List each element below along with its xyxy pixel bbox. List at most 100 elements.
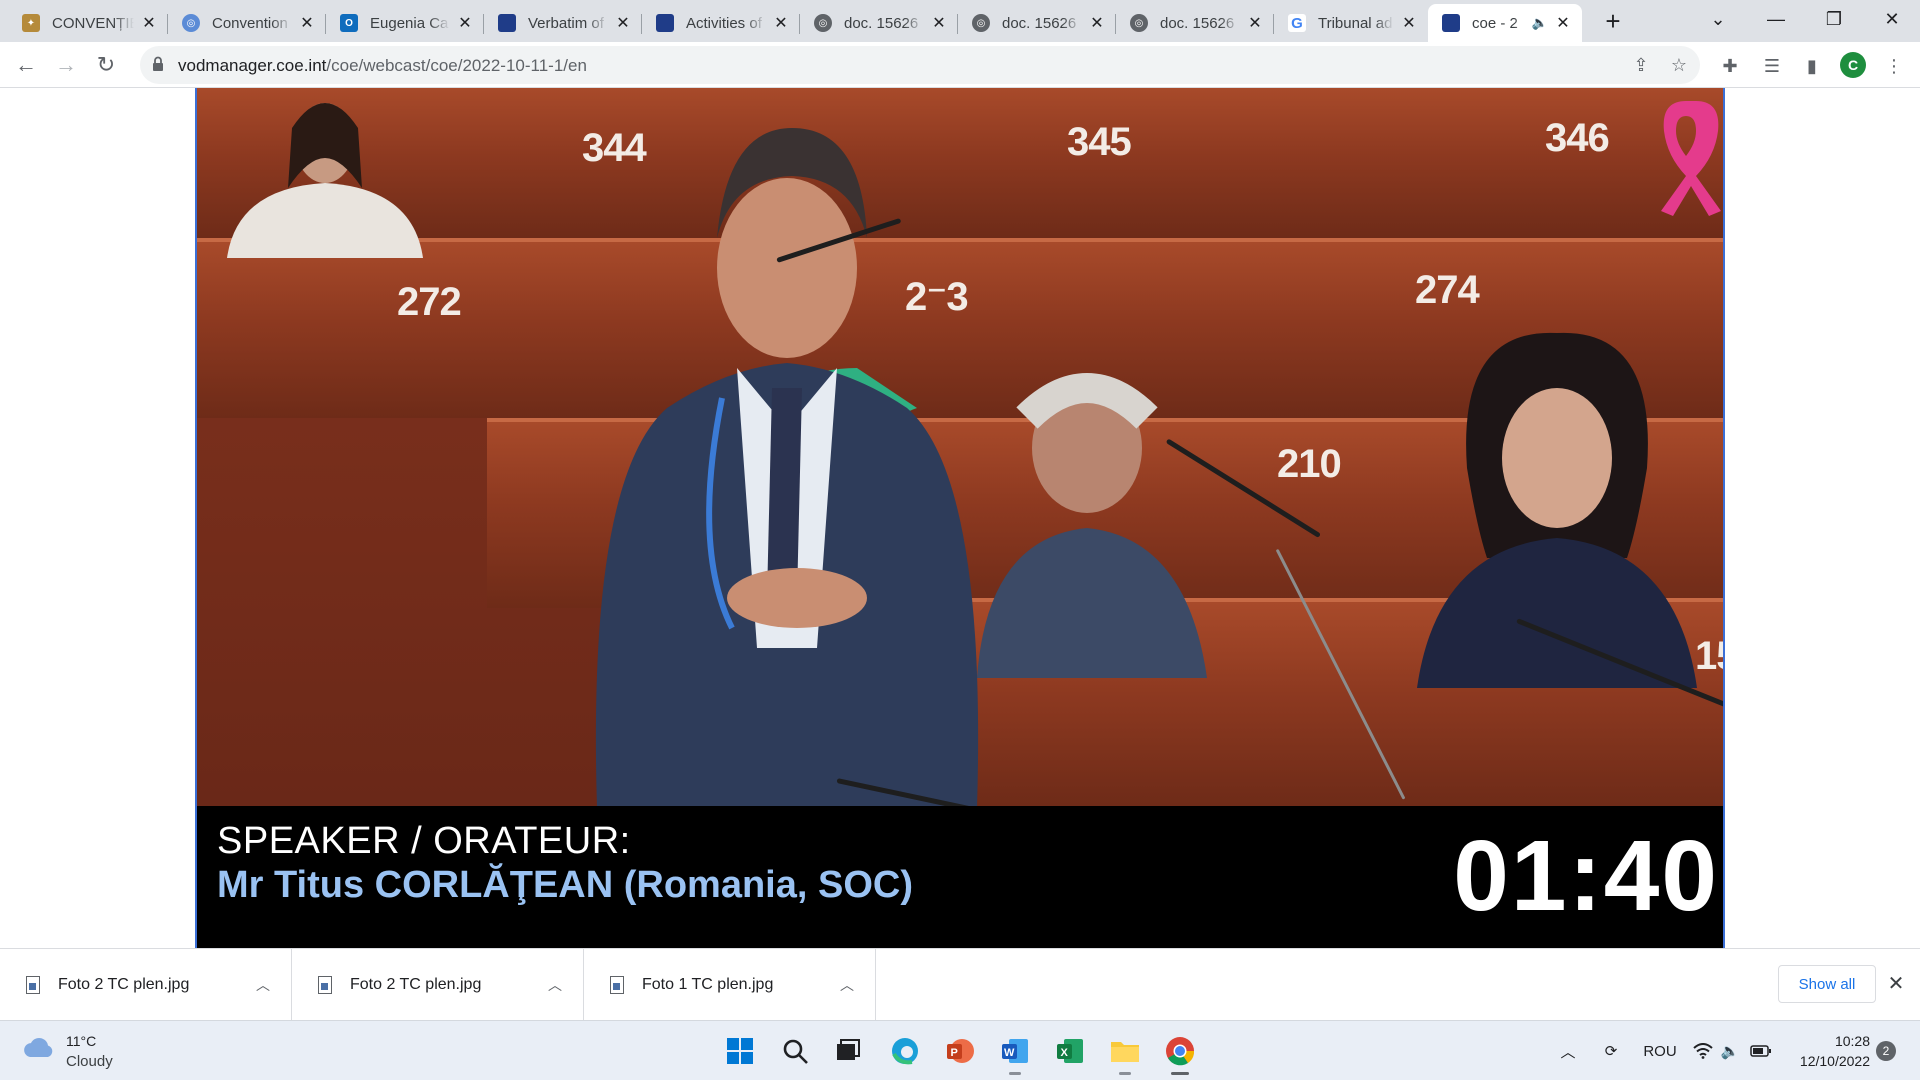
tab-title: doc. 15626 bbox=[1160, 14, 1235, 32]
google-icon: G bbox=[1288, 14, 1306, 32]
tab-8[interactable]: G Tribunal ad ✕ bbox=[1274, 4, 1428, 42]
close-icon[interactable]: ✕ bbox=[140, 14, 158, 32]
show-all-button[interactable]: Show all bbox=[1778, 965, 1876, 1003]
notification-badge[interactable]: 2 bbox=[1876, 1041, 1896, 1061]
system-clock[interactable]: 10:28 12/10/2022 bbox=[1790, 1031, 1870, 1071]
tab-2[interactable]: O Eugenia Ca ✕ bbox=[326, 4, 484, 42]
tab-7[interactable]: ◎ doc. 15626 ✕ bbox=[1116, 4, 1274, 42]
weather-temperature[interactable]: 11°C bbox=[66, 1033, 96, 1049]
tab-title: doc. 15626 bbox=[844, 14, 919, 32]
tab-3[interactable]: Verbatim of ✕ bbox=[484, 4, 642, 42]
forward-icon[interactable]: → bbox=[50, 49, 82, 81]
seat-number: 272 bbox=[397, 280, 462, 324]
close-icon[interactable]: ✕ bbox=[456, 14, 474, 32]
search-icon[interactable] bbox=[775, 1031, 815, 1071]
close-icon[interactable]: ✕ bbox=[772, 14, 790, 32]
clock-time: 10:28 bbox=[1834, 1033, 1870, 1049]
sync-icon[interactable]: ⟳ bbox=[1598, 1039, 1624, 1063]
address-bar[interactable]: vodmanager.coe.int/coe/webcast/coe/2022-… bbox=[140, 46, 1700, 84]
battery-icon[interactable] bbox=[1748, 1039, 1774, 1063]
chevron-up-icon[interactable]: ︿ bbox=[833, 975, 861, 995]
coe-icon bbox=[656, 14, 674, 32]
restore-button[interactable]: ❐ bbox=[1806, 0, 1862, 38]
tab-0[interactable]: ✦ CONVENȚIE ✕ bbox=[8, 4, 168, 42]
pink-ribbon-icon bbox=[1661, 101, 1721, 216]
tab-1[interactable]: ◎ Convention ✕ bbox=[168, 4, 326, 42]
close-icon[interactable]: ✕ bbox=[1884, 971, 1908, 995]
extensions-puzzle-icon[interactable]: ✚ bbox=[1718, 54, 1742, 78]
caption-bar: SPEAKER / ORATEUR: Mr Titus CORLĂŢEAN (R… bbox=[197, 806, 1723, 948]
bookmark-star-icon[interactable]: ☆ bbox=[1668, 54, 1690, 76]
download-item[interactable]: Foto 1 TC plen.jpg ︿ bbox=[584, 949, 876, 1021]
close-window-button[interactable]: ✕ bbox=[1864, 0, 1920, 38]
coe-icon bbox=[1442, 14, 1460, 32]
tab-title: coe - 2 bbox=[1472, 14, 1518, 32]
wifi-icon[interactable] bbox=[1692, 1039, 1714, 1063]
back-icon[interactable]: ← bbox=[10, 49, 42, 81]
media-controls-icon[interactable]: ☰ bbox=[1760, 54, 1784, 78]
minimize-button[interactable]: — bbox=[1748, 0, 1804, 38]
tab-title: CONVENȚIE bbox=[52, 14, 134, 32]
cloud-icon[interactable] bbox=[22, 1035, 56, 1059]
new-tab-button[interactable]: + bbox=[1598, 6, 1628, 36]
chrome-icon[interactable] bbox=[1160, 1031, 1200, 1075]
close-icon[interactable]: ✕ bbox=[298, 14, 316, 32]
tab-strip: ✦ CONVENȚIE ✕ ◎ Convention ✕ O Eugenia C… bbox=[0, 0, 1920, 42]
excel-icon[interactable]: X bbox=[1050, 1031, 1090, 1071]
running-indicator bbox=[1009, 1072, 1021, 1075]
globe-gray-icon: ◎ bbox=[972, 14, 990, 32]
download-item[interactable]: Foto 2 TC plen.jpg ︿ bbox=[292, 949, 584, 1021]
tab-6[interactable]: ◎ doc. 15626 ✕ bbox=[958, 4, 1116, 42]
tab-title: Verbatim of bbox=[528, 14, 604, 32]
close-icon[interactable]: ✕ bbox=[930, 14, 948, 32]
globe-gray-icon: ◎ bbox=[814, 14, 832, 32]
chevron-up-icon[interactable]: ︿ bbox=[249, 975, 277, 995]
downloads-bar: Foto 2 TC plen.jpg ︿ Foto 2 TC plen.jpg … bbox=[0, 948, 1920, 1021]
profile-avatar[interactable]: C bbox=[1840, 52, 1866, 78]
close-icon[interactable]: ✕ bbox=[614, 14, 632, 32]
image-file-icon bbox=[318, 976, 332, 994]
globe-icon: ◎ bbox=[182, 14, 200, 32]
image-file-icon bbox=[610, 976, 624, 994]
side-panel-icon[interactable]: ▮ bbox=[1800, 54, 1824, 78]
tab-search-icon[interactable]: ⌄ bbox=[1690, 0, 1746, 38]
coe-icon bbox=[498, 14, 516, 32]
running-indicator bbox=[1171, 1072, 1189, 1075]
tab-title: Eugenia Ca bbox=[370, 14, 449, 32]
close-icon[interactable]: ✕ bbox=[1088, 14, 1106, 32]
speaker-delegate bbox=[595, 128, 979, 806]
chevron-up-icon[interactable]: ︿ bbox=[541, 975, 569, 995]
edge-browser-icon[interactable] bbox=[885, 1031, 925, 1071]
seat-number: 210 bbox=[1277, 442, 1342, 486]
weather-condition[interactable]: Cloudy bbox=[66, 1053, 113, 1070]
tab-5[interactable]: ◎ doc. 15626 ✕ bbox=[800, 4, 958, 42]
download-filename: Foto 2 TC plen.jpg bbox=[350, 976, 482, 993]
file-explorer-icon[interactable] bbox=[1105, 1031, 1145, 1075]
task-view-icon[interactable] bbox=[828, 1031, 868, 1071]
url-text[interactable]: vodmanager.coe.int/coe/webcast/coe/2022-… bbox=[178, 56, 587, 76]
close-icon[interactable]: ✕ bbox=[1400, 14, 1418, 32]
video-player[interactable]: 344 345 346 272 2⁻3 274 210 156 15 bbox=[195, 88, 1725, 948]
speaker-icon[interactable]: 🔈 bbox=[1532, 15, 1548, 31]
tab-title: Convention bbox=[212, 14, 288, 32]
input-language[interactable]: ROU bbox=[1640, 1039, 1680, 1063]
tab-4[interactable]: Activities of ✕ bbox=[642, 4, 800, 42]
reload-icon[interactable]: ↻ bbox=[90, 49, 122, 81]
close-icon[interactable]: ✕ bbox=[1246, 14, 1264, 32]
lock-icon[interactable] bbox=[152, 56, 164, 72]
powerpoint-icon[interactable]: P bbox=[940, 1031, 980, 1071]
svg-text:P: P bbox=[951, 1047, 958, 1059]
tab-9-active[interactable]: coe - 2 🔈 ✕ bbox=[1428, 4, 1582, 42]
share-icon[interactable]: ⇪ bbox=[1630, 54, 1652, 76]
download-item[interactable]: Foto 2 TC plen.jpg ︿ bbox=[0, 949, 292, 1021]
word-icon[interactable]: W bbox=[995, 1031, 1035, 1075]
menu-kebab-icon[interactable]: ⋮ bbox=[1882, 54, 1906, 78]
globe-gray-icon: ◎ bbox=[1130, 14, 1148, 32]
speaker-name: Mr Titus CORLĂŢEAN (Romania, SOC) bbox=[217, 864, 913, 906]
close-icon[interactable]: ✕ bbox=[1554, 14, 1572, 32]
volume-icon[interactable]: 🔈 bbox=[1718, 1039, 1742, 1063]
browser-toolbar: ← → ↻ vodmanager.coe.int/coe/webcast/coe… bbox=[0, 42, 1920, 88]
start-windows-icon[interactable] bbox=[720, 1031, 760, 1071]
chevron-up-tray-icon[interactable]: ︿ bbox=[1556, 1039, 1580, 1063]
clock-date: 12/10/2022 bbox=[1799, 1053, 1870, 1069]
